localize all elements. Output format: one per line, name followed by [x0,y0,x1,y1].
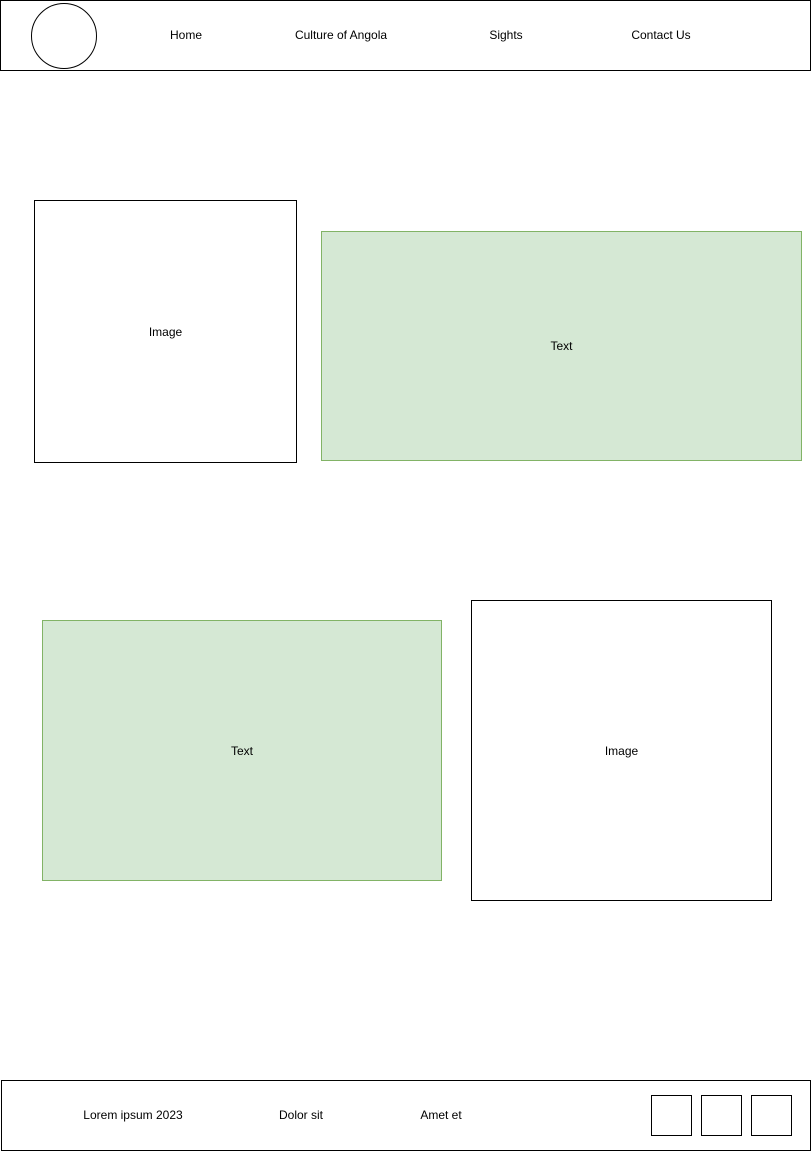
image-placeholder-2: Image [471,600,772,901]
image-placeholder-1: Image [34,200,297,463]
social-icon-placeholder-1[interactable] [651,1095,692,1136]
logo-placeholder[interactable] [31,3,97,69]
text-block-1: Text [321,231,802,461]
text-block-label: Text [230,743,253,758]
image-placeholder-label: Image [604,743,639,758]
social-icon-placeholder-2[interactable] [701,1095,742,1136]
nav-sights[interactable]: Sights [466,26,546,44]
nav-contact-us[interactable]: Contact Us [611,26,711,44]
image-placeholder-label: Image [148,324,183,339]
nav-home[interactable]: Home [146,26,226,44]
footer-link-amet-et[interactable]: Amet et [401,1106,481,1124]
text-block-label: Text [550,339,573,353]
text-block-2: Text [42,620,442,881]
nav-culture-of-angola[interactable]: Culture of Angola [281,26,401,44]
footer-link-dolor-sit[interactable]: Dolor sit [261,1106,341,1124]
footer-copyright: Lorem ipsum 2023 [83,1108,183,1122]
social-icon-placeholder-3[interactable] [751,1095,792,1136]
